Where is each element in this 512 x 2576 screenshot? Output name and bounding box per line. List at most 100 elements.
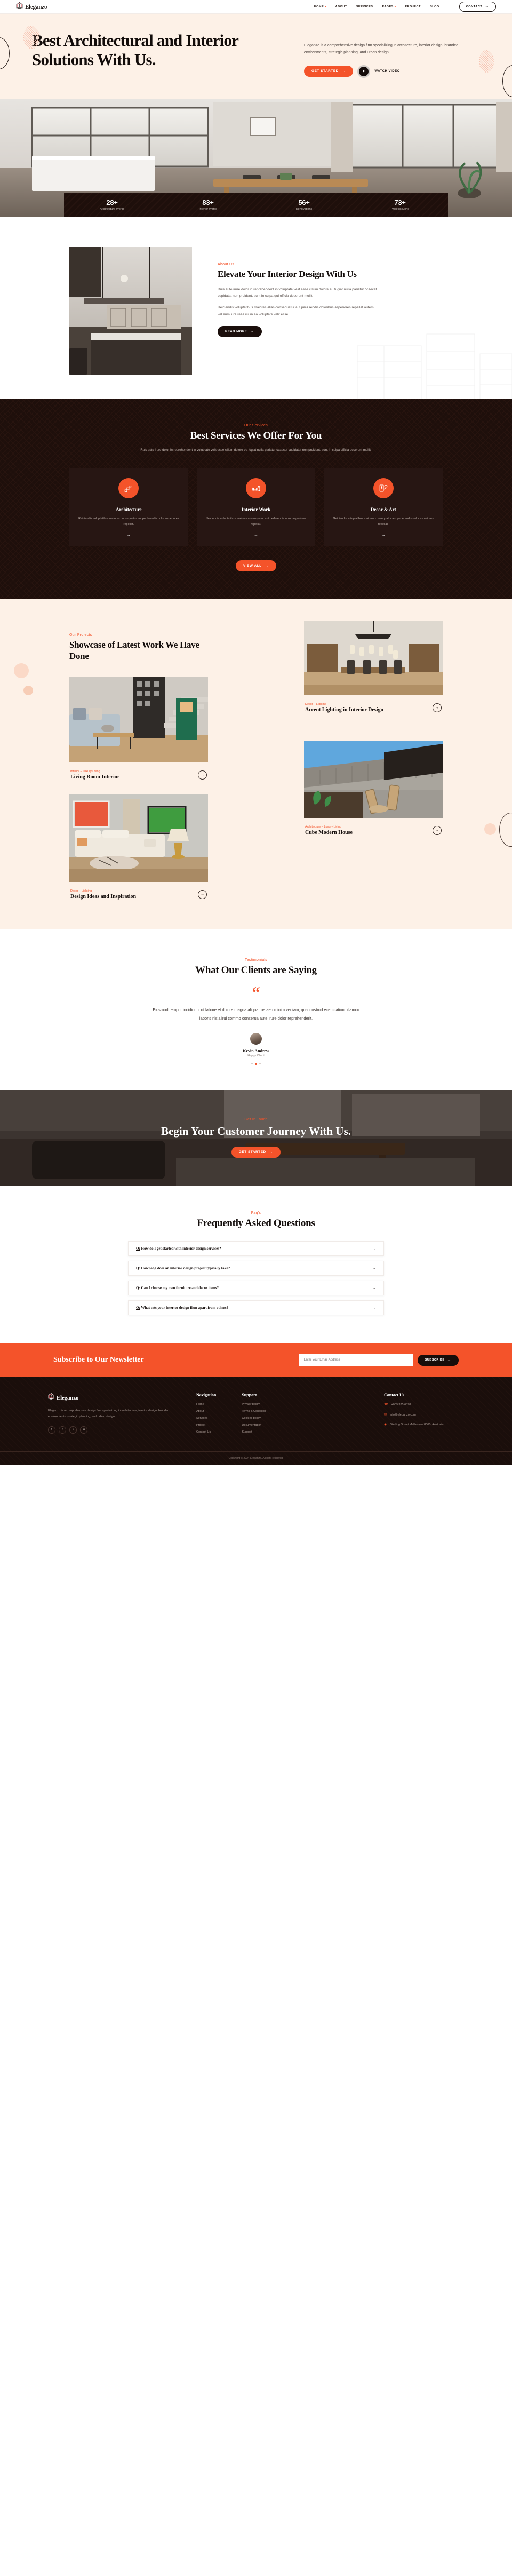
footer-link-support[interactable]: Support <box>242 1430 266 1434</box>
nav-item-blog[interactable]: BLOG <box>430 5 439 9</box>
hero-description: Eleganzo is a comprehensive design firm … <box>304 44 459 54</box>
nav-item-project[interactable]: PROJECT <box>405 5 420 9</box>
mail-icon: ✉ <box>384 1413 387 1417</box>
instagram-icon[interactable]: i <box>69 1426 77 1434</box>
arrow-right-icon[interactable]: → <box>198 889 207 899</box>
arrow-right-icon[interactable]: → <box>372 1247 376 1251</box>
read-more-button[interactable]: READ MORE → <box>218 326 262 338</box>
footer-link-cookies[interactable]: Cookies policy <box>242 1417 266 1420</box>
stairs-icon <box>118 478 139 498</box>
footer-link-privacy[interactable]: Privacy policy <box>242 1403 266 1406</box>
subscribe-button[interactable]: SUBSCRIBE → <box>417 1354 459 1366</box>
view-all-services-button[interactable]: VIEW ALL → <box>235 560 277 572</box>
project-image <box>304 741 443 821</box>
newsletter-email-input[interactable] <box>298 1354 413 1366</box>
project-image <box>69 677 208 765</box>
faq-item[interactable]: Q: Can I choose my own furniture and dec… <box>128 1281 384 1296</box>
service-card-interior-work[interactable]: Interior Work Neiciendis voluptatibus ma… <box>196 468 316 546</box>
project-title: Living Room Interior <box>70 774 120 780</box>
footer-brand-logo[interactable]: Eleganzo <box>48 1393 171 1403</box>
get-started-button[interactable]: GET STARTED → <box>304 66 354 77</box>
arrow-right-icon: → <box>447 1358 451 1362</box>
services-title: Best Services We Offer For You <box>190 430 322 441</box>
carousel-dots[interactable] <box>0 1063 512 1066</box>
twitter-icon[interactable]: t <box>59 1426 66 1434</box>
footer-link-documentation[interactable]: Documentation <box>242 1424 266 1427</box>
footer-link-about[interactable]: About <box>196 1410 216 1413</box>
arrow-right-icon[interactable]: → <box>372 1286 376 1290</box>
arrow-right-icon[interactable]: → <box>433 703 442 713</box>
arrow-right-icon[interactable]: → <box>332 532 434 537</box>
nav-item-home[interactable]: HOME ▾ <box>314 5 326 9</box>
carousel-dot[interactable] <box>251 1063 253 1065</box>
arrow-right-icon[interactable]: → <box>198 770 207 780</box>
footer-link-project[interactable]: Project <box>196 1424 216 1427</box>
services-section: Our Services Best Services We Offer For … <box>0 399 512 600</box>
footer-link-terms[interactable]: Terms & Condition <box>242 1410 266 1413</box>
faq-prefix: Q: <box>136 1266 140 1271</box>
faq-item[interactable]: Q: What sets your interior design firm a… <box>128 1300 384 1316</box>
chevron-down-icon: ▾ <box>394 5 396 8</box>
project-card[interactable]: Decor – Lighting Accent Lighting in Inte… <box>304 621 443 713</box>
brand-logo[interactable]: Eleganzo <box>16 2 47 12</box>
footer-column-heading: Navigation <box>196 1393 217 1398</box>
stat-value: 28+ <box>106 198 118 207</box>
nav-item-services[interactable]: SERVICES <box>356 5 373 9</box>
arrow-right-icon[interactable]: → <box>372 1267 376 1270</box>
footer-brand-name: Eleganzo <box>57 1394 79 1401</box>
decorative-dot <box>14 663 29 679</box>
arrow-right-icon[interactable]: → <box>372 1306 376 1310</box>
faq-eyebrow: Faq's <box>251 1211 261 1215</box>
cta-get-started-button[interactable]: GET STARTED → <box>231 1146 281 1158</box>
services-eyebrow: Our Services <box>244 423 268 427</box>
project-category: Architecture – Luxury Living <box>305 825 341 829</box>
arrow-right-icon[interactable]: → <box>205 532 307 537</box>
nav-item-about[interactable]: ABOUT <box>335 5 347 9</box>
stat-value: 56+ <box>298 198 310 207</box>
faq-question: Can I choose my own furniture and decor … <box>141 1286 219 1291</box>
about-title: Elevate Your Interior Design With Us <box>218 268 357 279</box>
facebook-icon[interactable]: f <box>48 1426 55 1434</box>
project-card[interactable]: Decor – Lighting Design Ideas and Inspir… <box>69 793 208 900</box>
projects-title: Showcase of Latest Work We Have Done <box>69 640 199 662</box>
footer-copyright: Copyright © 2024 Eleganzo. All right res… <box>0 1451 512 1465</box>
footer-phone[interactable]: +009 325 6598 <box>391 1403 411 1408</box>
footer-link-contact[interactable]: Contact Us <box>196 1430 216 1434</box>
stat-value: 83+ <box>202 198 214 207</box>
service-card-decor-art[interactable]: Decor & Art Geiciendis voluptatibus maio… <box>324 468 443 546</box>
service-text: Neiciendis voluptatibus maiores consequa… <box>205 516 307 526</box>
faq-item[interactable]: Q: How long does an interior design proj… <box>128 1261 384 1276</box>
about-eyebrow: About Us <box>218 262 235 266</box>
testimonials-eyebrow: Testimonials <box>244 958 268 962</box>
newsletter-section: Subscribe to Our Newsletter SUBSCRIBE → <box>0 1343 512 1377</box>
project-card[interactable]: Architecture – Luxury Living Cube Modern… <box>304 741 443 836</box>
stat-label: Projects Done <box>390 208 410 211</box>
faq-question: How do I get started with interior desig… <box>141 1246 221 1251</box>
nav-item-pages[interactable]: PAGES ▾ <box>382 5 396 9</box>
linkedin-icon[interactable]: in <box>80 1426 87 1434</box>
project-image <box>69 793 208 885</box>
watch-video-control[interactable]: ▶ <box>357 65 371 78</box>
arrow-right-icon[interactable]: → <box>78 532 180 537</box>
carousel-dot-active[interactable] <box>255 1063 257 1066</box>
play-icon[interactable]: ▶ <box>359 66 369 76</box>
footer-email[interactable]: info@eleganzo.com <box>390 1413 416 1418</box>
projects-heading: Our Projects Showcase of Latest Work We … <box>69 621 203 662</box>
footer-link-services[interactable]: Services <box>196 1417 216 1420</box>
main-navigation: HOME ▾ ABOUT SERVICES PAGES ▾ PROJECT BLOG… <box>314 2 496 12</box>
location-icon: ◉ <box>384 1423 387 1427</box>
cta-banner-section: Get In Touch Begin Your Customer Journey… <box>0 1090 512 1186</box>
footer-link-home[interactable]: Home <box>196 1403 216 1406</box>
testimonials-title: What Our Clients are Saying <box>195 964 317 976</box>
stat-item: 73+ Projects Done <box>352 198 448 211</box>
arrow-right-icon[interactable]: → <box>433 826 442 836</box>
service-card-architecture[interactable]: Architecture Reiciendis voluptatibus mai… <box>69 468 188 546</box>
carousel-dot[interactable] <box>259 1063 261 1065</box>
project-card[interactable]: Interior – Luxury Living Living Room Int… <box>69 677 208 780</box>
hero-title: Best Architectural and Interior Solution… <box>32 31 238 69</box>
faq-question: How long does an interior design project… <box>141 1266 230 1271</box>
faq-item[interactable]: Q: How do I get started with interior de… <box>128 1241 384 1257</box>
contact-button[interactable]: CONTACT → <box>459 2 496 12</box>
service-text: Reiciendis voluptatibus maiores consequa… <box>78 516 179 526</box>
project-image <box>304 621 443 698</box>
